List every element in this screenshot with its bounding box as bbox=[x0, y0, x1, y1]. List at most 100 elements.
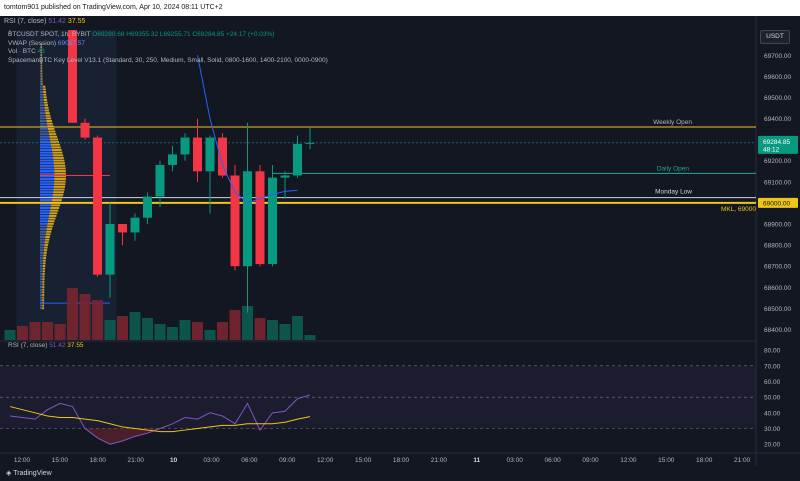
volume-profile-bar bbox=[40, 149, 52, 152]
volume-profile-bar bbox=[53, 185, 65, 188]
price-axis-tick: 69600.00 bbox=[764, 74, 791, 81]
volume-profile-bar bbox=[44, 106, 49, 109]
volume-profile-bar bbox=[40, 235, 46, 238]
volume-profile-bar bbox=[43, 88, 46, 91]
legend-vwap-row[interactable]: VWAP (Session) 69057.57 bbox=[8, 40, 328, 49]
volume-profile-bar bbox=[40, 151, 53, 154]
price-chart[interactable]: Weekly Open Daily Open Monday Low MKL, 6900… bbox=[0, 0, 800, 481]
volume-profile-bar bbox=[40, 272, 43, 275]
volume-profile-bar bbox=[40, 275, 43, 278]
label-weekly-open: Weekly Open bbox=[653, 119, 692, 126]
footer-brand-text: TradingView bbox=[13, 470, 52, 477]
volume-profile-bar bbox=[43, 96, 47, 99]
volume-profile-bar bbox=[50, 206, 60, 209]
legend-spaceman: SpacemanBTC Key Level V13.1 (Standard, 3… bbox=[8, 56, 328, 64]
volume-profile-bar bbox=[45, 112, 50, 115]
volume-profile-bar bbox=[42, 278, 45, 281]
candle-body bbox=[31, 17, 40, 19]
candle bbox=[243, 122, 252, 313]
volume-profile-bar bbox=[40, 209, 51, 212]
volume-profile-bar bbox=[40, 98, 44, 101]
candle-body bbox=[93, 137, 102, 275]
volume-profile-bar bbox=[40, 222, 48, 225]
candle-body bbox=[230, 175, 240, 267]
candle bbox=[193, 118, 202, 182]
volume-profile-bar bbox=[40, 220, 49, 223]
legend-spaceman-row[interactable]: SpacemanBTC Key Level V13.1 (Standard, 3… bbox=[8, 57, 328, 66]
volume-profile-bar bbox=[50, 143, 60, 146]
volume-bar bbox=[167, 327, 178, 340]
legend-vol-row[interactable]: Vol · BTC 43 bbox=[8, 48, 328, 57]
volume-profile-bar bbox=[43, 98, 48, 101]
candle bbox=[180, 133, 190, 161]
volume-profile-bar bbox=[40, 249, 44, 252]
volume-profile-bar bbox=[41, 69, 43, 72]
currency-button[interactable]: USDT bbox=[760, 30, 790, 44]
volume-bar bbox=[192, 322, 203, 340]
volume-bar bbox=[29, 322, 41, 340]
legend-vol-label: Vol · BTC bbox=[8, 48, 36, 55]
rsi-oversold-fill bbox=[10, 428, 310, 445]
time-axis-tick: 15:00 bbox=[658, 457, 675, 464]
volume-profile-bar bbox=[40, 156, 54, 159]
volume-profile-bar bbox=[43, 249, 48, 252]
volume-profile-bar bbox=[42, 264, 46, 267]
time-axis-tick: 21:00 bbox=[128, 457, 145, 464]
volume-profile-bar bbox=[46, 230, 52, 233]
time-axis-tick: 18:00 bbox=[90, 457, 107, 464]
volume-profile-bar bbox=[40, 180, 55, 183]
volume-profile-bar bbox=[54, 170, 66, 173]
candle bbox=[293, 135, 302, 178]
footer-brand[interactable]: ◈ TradingView bbox=[0, 466, 800, 481]
volume-profile-bar bbox=[53, 159, 65, 162]
volume-profile-bar bbox=[51, 146, 61, 149]
volume-profile-bar bbox=[49, 214, 57, 217]
candle bbox=[118, 224, 127, 246]
volume-profile-bar bbox=[41, 67, 43, 70]
volume-bar bbox=[154, 324, 166, 340]
volume-profile-bar bbox=[54, 178, 66, 181]
volume-profile-bar bbox=[40, 67, 42, 70]
volume-profile-bar bbox=[42, 288, 45, 291]
time-axis-tick: 09:00 bbox=[582, 457, 599, 464]
volume-profile-bar bbox=[42, 307, 45, 310]
label-monday-low: Monday Low bbox=[655, 189, 692, 196]
volume-profile-bar bbox=[40, 109, 46, 112]
legend-symbol-row[interactable]: BTCUSDT SPOT, 1h, BYBIT O69280.68 H69355… bbox=[8, 31, 328, 40]
volume-profile-bar bbox=[40, 257, 44, 260]
volume-profile-bar bbox=[53, 164, 66, 167]
volume-bar bbox=[54, 324, 66, 340]
candle-body bbox=[143, 196, 152, 218]
volume-profile-bar bbox=[40, 262, 44, 265]
label-mkl: MKL, 69000 bbox=[721, 206, 756, 213]
volume-profile-bar bbox=[42, 272, 45, 275]
volume-profile-bar bbox=[40, 304, 43, 307]
candle-body bbox=[6, 13, 15, 14]
volume-bar bbox=[17, 326, 28, 340]
volume-bar bbox=[292, 316, 303, 340]
countdown-text: 48:12 bbox=[763, 146, 780, 153]
candle bbox=[230, 164, 240, 271]
volume-profile-bar bbox=[53, 183, 66, 186]
volume-profile-bar bbox=[46, 117, 52, 120]
mkl-price-text: 69000.00 bbox=[763, 200, 790, 207]
time-axis-tick: 06:00 bbox=[544, 457, 561, 464]
volume-profile-bar bbox=[53, 162, 65, 165]
volume-profile-bar bbox=[53, 191, 64, 194]
volume-profile-bar bbox=[45, 235, 50, 238]
volume-profile-bar bbox=[52, 193, 64, 196]
candle-body bbox=[130, 217, 140, 233]
candle bbox=[268, 164, 277, 267]
volume-profile-bar bbox=[51, 204, 61, 207]
volume-profile-bar bbox=[40, 83, 42, 86]
price-axis-tick: 69200.00 bbox=[764, 158, 791, 165]
volume-profile-bar bbox=[40, 204, 52, 207]
candle bbox=[155, 160, 165, 208]
volume-profile-bar bbox=[47, 127, 55, 130]
volume-profile-bar bbox=[41, 72, 43, 75]
volume-profile-bar bbox=[40, 178, 55, 181]
time-axis-tick: 21:00 bbox=[431, 457, 448, 464]
volume-bar bbox=[42, 322, 53, 340]
volume-profile-bar bbox=[40, 233, 46, 236]
time-axis-tick: 10 bbox=[170, 457, 178, 464]
